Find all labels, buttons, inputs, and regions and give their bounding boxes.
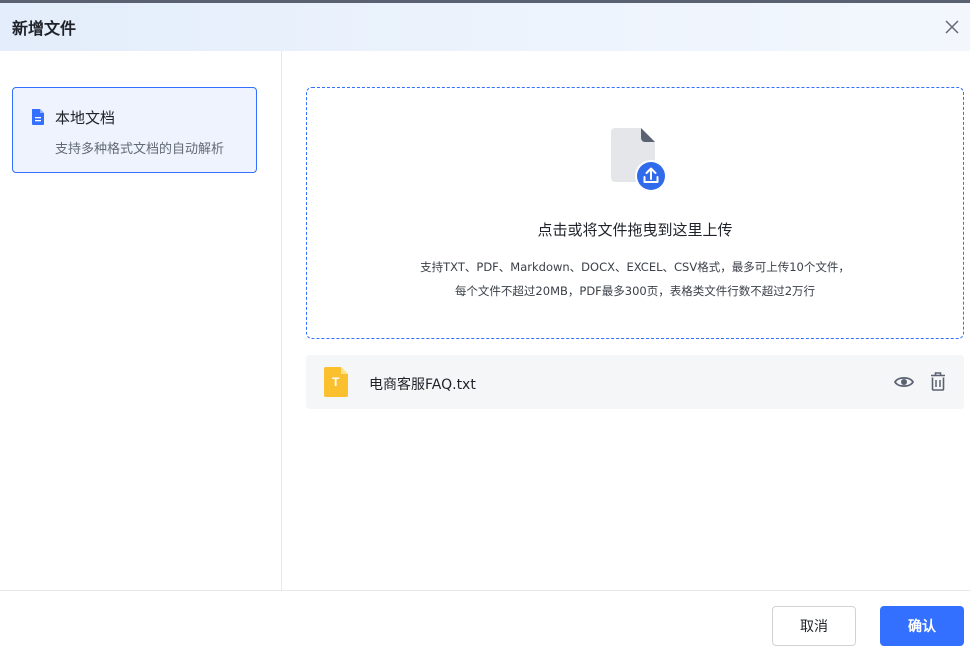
source-sidebar: 本地文档 支持多种格式文档的自动解析: [0, 51, 282, 590]
upload-hint-line-1: 支持TXT、PDF、Markdown、DOCX、EXCEL、CSV格式，最多可上…: [420, 260, 850, 274]
sidebar-item-description: 支持多种格式文档的自动解析: [55, 142, 225, 157]
dialog-header: 新增文件: [0, 3, 970, 51]
upload-title: 点击或将文件拖曳到这里上传: [537, 221, 733, 239]
upload-dropzone[interactable]: 点击或将文件拖曳到这里上传 支持TXT、PDF、Markdown、DOCX、EX…: [306, 87, 964, 339]
confirm-button[interactable]: 确认: [880, 606, 964, 646]
dialog-title: 新增文件: [12, 19, 77, 38]
document-icon: [32, 109, 44, 125]
preview-eye-icon[interactable]: [894, 373, 914, 391]
dialog-footer: 取消 确认: [0, 590, 970, 654]
sidebar-item-local-document[interactable]: 本地文档 支持多种格式文档的自动解析: [12, 87, 257, 173]
delete-trash-icon[interactable]: [930, 372, 946, 391]
cancel-button[interactable]: 取消: [772, 606, 856, 646]
sidebar-item-label: 本地文档: [55, 109, 116, 127]
close-button[interactable]: [940, 15, 964, 39]
upload-file-icon: [611, 128, 667, 192]
upload-hint-line-2: 每个文件不超过20MB，PDF最多300页，表格类文件行数不超过2万行: [454, 284, 816, 298]
main-panel: 点击或将文件拖曳到这里上传 支持TXT、PDF、Markdown、DOCX、EX…: [283, 51, 970, 590]
file-list-item: T 电商客服FAQ.txt: [306, 355, 964, 409]
close-icon: [945, 20, 959, 34]
file-name: 电商客服FAQ.txt: [369, 377, 476, 393]
file-type-letter: T: [332, 375, 340, 389]
